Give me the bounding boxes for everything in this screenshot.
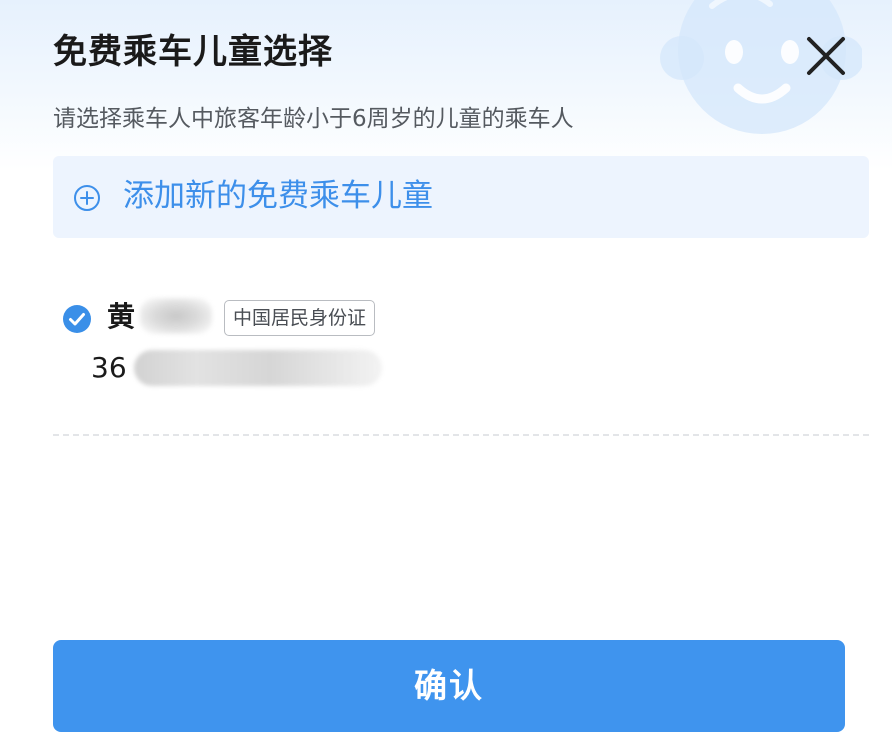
- add-child-label: 添加新的免费乘车儿童: [123, 178, 433, 214]
- passenger-id-number: 36: [91, 351, 127, 384]
- divider: [53, 434, 869, 436]
- child-selection-dialog: 免费乘车儿童选择 请选择乘车人中旅客年龄小于6周岁的儿童的乘车人 添加新的免费乘…: [0, 0, 892, 748]
- id-redaction: [134, 350, 382, 386]
- close-icon[interactable]: [800, 30, 852, 82]
- add-child-button[interactable]: 添加新的免费乘车儿童: [53, 156, 869, 238]
- passenger-item[interactable]: 黄 中国居民身份证 36: [62, 290, 862, 400]
- name-redaction: [140, 298, 212, 334]
- confirm-label: 确认: [414, 666, 484, 705]
- confirm-button[interactable]: 确认: [53, 640, 845, 732]
- dialog-subtitle: 请选择乘车人中旅客年龄小于6周岁的儿童的乘车人: [53, 106, 574, 132]
- dialog-title: 免费乘车儿童选择: [53, 32, 333, 72]
- id-type-badge: 中国居民身份证: [224, 300, 376, 336]
- plus-circle-icon: [74, 185, 100, 211]
- checked-icon[interactable]: [62, 304, 92, 334]
- passenger-name: 黄: [107, 300, 136, 333]
